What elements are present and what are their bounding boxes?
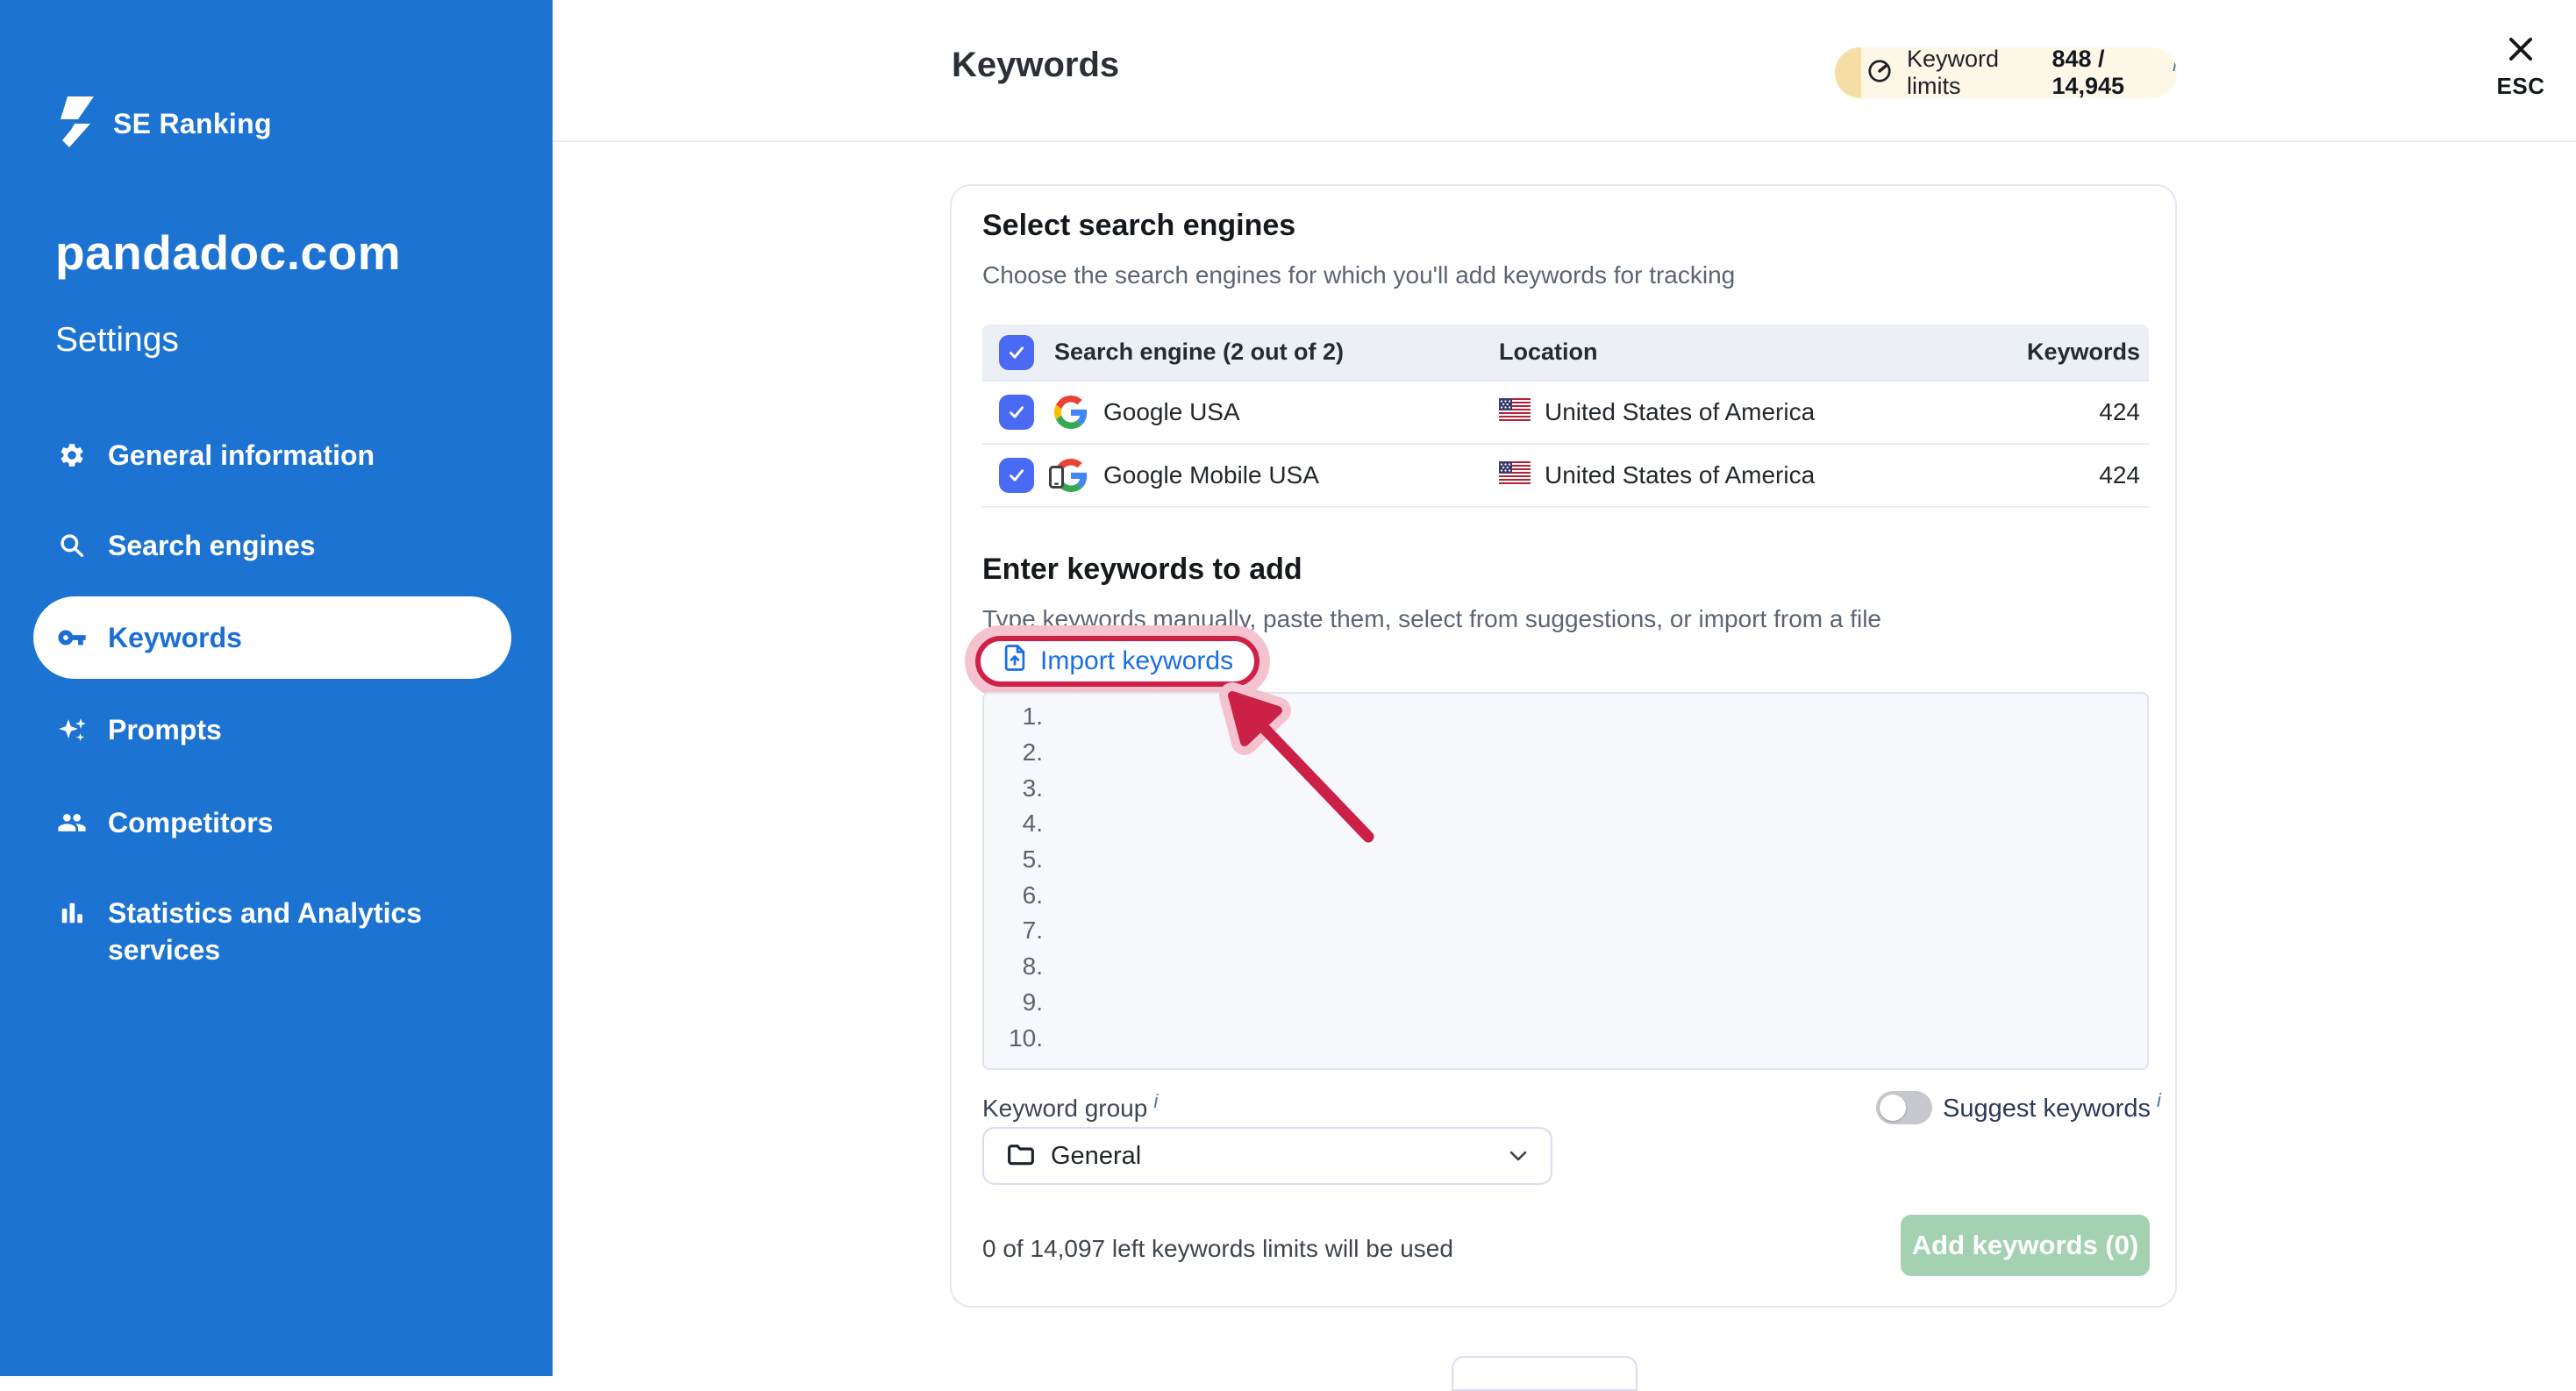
- column-header-location: Location: [1499, 339, 1990, 366]
- file-upload-icon: [1002, 644, 1028, 679]
- us-flag-icon: [1499, 398, 1531, 427]
- line-number: 7.: [984, 913, 1043, 949]
- bottom-partial-button[interactable]: [1452, 1356, 1638, 1391]
- keyword-group-dropdown[interactable]: General: [982, 1127, 1552, 1185]
- sparkles-icon: [57, 715, 87, 745]
- select-engines-description: Choose the search engines for which you'…: [982, 261, 1735, 289]
- engine-location: United States of America: [1545, 461, 1815, 489]
- keyword-group-value: General: [1051, 1142, 1141, 1171]
- info-superscript[interactable]: i: [2157, 1089, 2161, 1111]
- line-number: 5.: [984, 842, 1043, 878]
- engine-name: Google Mobile USA: [1103, 461, 1319, 489]
- keyword-limits-usage-text: 0 of 14,097 left keywords limits will be…: [982, 1235, 1453, 1263]
- sidebar-item-label: Statistics and Analytics services: [108, 895, 485, 968]
- us-flag-icon: [1499, 461, 1531, 490]
- enter-keywords-heading: Enter keywords to add: [982, 553, 1302, 587]
- search-engines-table: Search engine (2 out of 2) Location Keyw…: [982, 325, 2149, 508]
- column-header-keywords: Keywords: [1990, 339, 2149, 366]
- google-icon: [1054, 396, 1088, 429]
- close-dialog-button[interactable]: ESC: [2489, 33, 2552, 100]
- folder-icon: [1007, 1142, 1035, 1171]
- page-title: Keywords: [952, 46, 1119, 85]
- line-number: 10.: [984, 1020, 1043, 1056]
- sidebar-item-general-information[interactable]: General information: [0, 414, 553, 496]
- engine-keyword-count: 424: [1990, 398, 2149, 426]
- sidebar-item-statistics-analytics[interactable]: Statistics and Analytics services: [0, 879, 553, 968]
- phone-icon: [1049, 466, 1064, 495]
- engine-keyword-count: 424: [1990, 461, 2149, 489]
- google-mobile-icon: [1054, 459, 1088, 492]
- sidebar: SE Ranking pandadoc.com Settings General…: [0, 0, 553, 1376]
- line-number: 4.: [984, 806, 1043, 842]
- table-header-row: Search engine (2 out of 2) Location Keyw…: [982, 325, 2149, 382]
- bar-chart-icon: [57, 898, 87, 928]
- sidebar-item-prompts[interactable]: Prompts: [0, 688, 553, 771]
- chevron-down-icon: [1509, 1150, 1528, 1162]
- column-header-engine: Search engine (2 out of 2): [1054, 339, 1499, 366]
- gauge-icon: [1866, 58, 1893, 89]
- people-icon: [57, 808, 87, 838]
- sidebar-item-keywords[interactable]: Keywords: [33, 596, 511, 679]
- limits-progress-segment: [1835, 47, 1861, 98]
- check-icon: [1005, 401, 1028, 424]
- limits-label: Keyword limits: [1907, 47, 2039, 98]
- line-number: 6.: [984, 877, 1043, 913]
- row-checkbox[interactable]: [999, 458, 1034, 493]
- keyword-limits-badge: Keyword limits 848 / 14,945 i: [1835, 47, 2177, 98]
- enter-keywords-description: Type keywords manually, paste them, sele…: [982, 605, 1881, 633]
- keywords-textarea[interactable]: 1. 2. 3. 4. 5. 6. 7. 8. 9. 10.: [982, 692, 2149, 1070]
- check-icon: [1005, 464, 1028, 487]
- select-engines-heading: Select search engines: [982, 209, 1295, 243]
- key-icon: [57, 623, 87, 653]
- sidebar-item-search-engines[interactable]: Search engines: [0, 504, 553, 587]
- line-number: 8.: [984, 949, 1043, 985]
- sidebar-item-label: Prompts: [108, 714, 222, 746]
- import-keywords-button[interactable]: Import keywords: [975, 636, 1259, 687]
- sidebar-item-label: Search engines: [108, 530, 316, 562]
- header-divider: [553, 140, 2576, 142]
- esc-label: ESC: [2489, 73, 2552, 100]
- add-keywords-card: Select search engines Choose the search …: [950, 184, 2177, 1308]
- line-number: 1.: [984, 699, 1043, 735]
- check-icon: [1005, 341, 1028, 364]
- gear-icon: [57, 440, 87, 470]
- line-number: 9.: [984, 985, 1043, 1021]
- table-row-google-mobile-usa: Google Mobile USA United States of Ameri…: [982, 445, 2149, 508]
- sidebar-item-label: General information: [108, 439, 375, 472]
- close-icon: [2505, 54, 2537, 68]
- sidebar-item-label: Competitors: [108, 807, 273, 839]
- search-icon: [57, 531, 87, 560]
- se-ranking-bolt-icon: [55, 96, 94, 152]
- toggle-knob: [1880, 1095, 1906, 1121]
- suggest-keywords-label: Suggest keywordsi: [1943, 1095, 2161, 1124]
- add-keywords-button[interactable]: Add keywords (0): [1901, 1215, 2150, 1276]
- section-title: Settings: [55, 321, 179, 360]
- engine-location: United States of America: [1545, 398, 1815, 426]
- limits-value: 848 / 14,945: [2052, 47, 2166, 98]
- engine-name: Google USA: [1103, 398, 1240, 426]
- line-number: 3.: [984, 770, 1043, 806]
- sidebar-item-label: Keywords: [108, 622, 242, 654]
- suggest-keywords-toggle[interactable]: [1876, 1091, 1932, 1124]
- keyword-group-label: Keyword groupi: [982, 1095, 1158, 1123]
- project-name: pandadoc.com: [55, 225, 401, 281]
- import-keywords-label: Import keywords: [1040, 646, 1233, 676]
- select-all-checkbox[interactable]: [999, 335, 1034, 370]
- line-number: 2.: [984, 735, 1043, 771]
- logo-text: SE Ranking: [113, 108, 272, 140]
- info-superscript[interactable]: i: [1153, 1090, 1158, 1112]
- se-ranking-logo[interactable]: SE Ranking: [55, 96, 272, 152]
- table-row-google-usa: Google USA United States of America 424: [982, 382, 2149, 445]
- sidebar-item-competitors[interactable]: Competitors: [0, 781, 553, 864]
- row-checkbox[interactable]: [999, 395, 1034, 430]
